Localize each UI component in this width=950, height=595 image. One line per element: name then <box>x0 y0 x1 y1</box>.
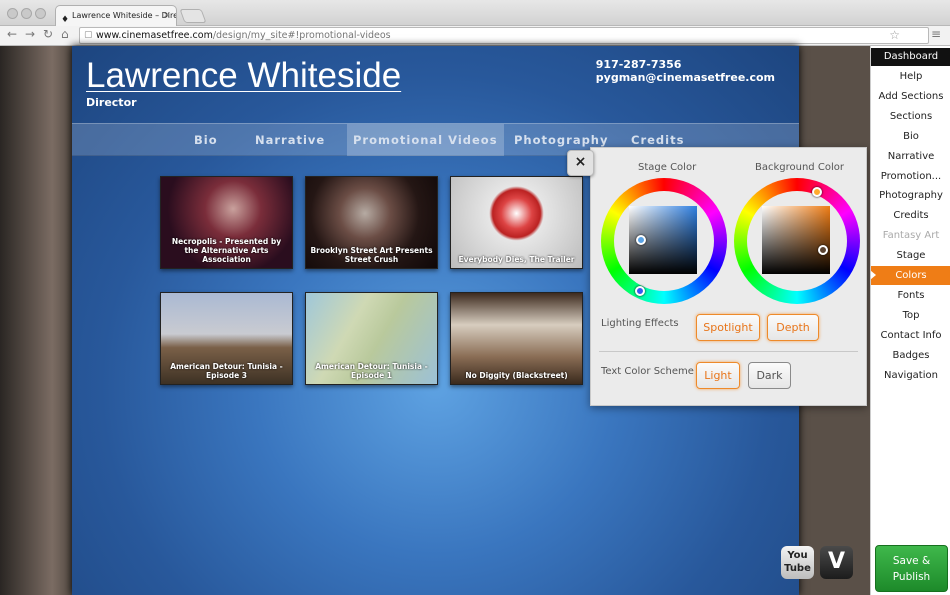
stage-shade-handle[interactable] <box>636 235 646 245</box>
contact-info: 917-287-7356 pygman@cinemasetfree.com <box>596 58 775 84</box>
sidebar-item-bio[interactable]: Bio <box>871 127 950 146</box>
sidebar-item-stage[interactable]: Stage <box>871 246 950 265</box>
site-subtitle: Director <box>86 96 137 109</box>
url-host: www.cinemasetfree.com <box>96 30 213 41</box>
save-publish-button[interactable]: Save & Publish <box>875 545 948 592</box>
sidebar-item-colors[interactable]: Colors <box>871 266 950 285</box>
youtube-icon[interactable]: You Tube <box>781 546 814 579</box>
video-caption: American Detour: Tunisia - Episode 3 <box>170 362 283 380</box>
sidebar-item-sections[interactable]: Sections <box>871 107 950 126</box>
stage-hue-handle[interactable] <box>635 286 645 296</box>
url-path: /design/my_site#!promotional-videos <box>212 30 391 41</box>
sidebar-item-top[interactable]: Top <box>871 306 950 325</box>
stage-color-picker[interactable] <box>601 178 727 304</box>
publish-label-line1: Save & <box>892 555 931 567</box>
browser-tab[interactable]: ♦ Lawrence Whiteside – Dire × <box>55 5 177 26</box>
video-thumbnail[interactable]: American Detour: Tunisia - Episode 3 <box>160 292 293 385</box>
video-thumbnail[interactable]: American Detour: Tunisia - Episode 1 <box>305 292 438 385</box>
sidebar-item-fonts[interactable]: Fonts <box>871 286 950 305</box>
browser-toolbar: ← → ↻ ⌂ ▢ www.cinemasetfree.com/design/m… <box>0 26 950 46</box>
browser-tab-strip: ♦ Lawrence Whiteside – Dire × <box>0 0 950 26</box>
background-hue-handle[interactable] <box>812 187 822 197</box>
sidebar-item-credits[interactable]: Credits <box>871 206 950 225</box>
sidebar-item-navigation[interactable]: Navigation <box>871 366 950 385</box>
background-color-picker[interactable] <box>734 178 860 304</box>
reload-icon[interactable]: ↻ <box>43 27 53 41</box>
site-title: Lawrence Whiteside <box>86 56 402 95</box>
sidebar-item-fantasy-art: Fantasy Art <box>882 230 940 242</box>
video-caption: American Detour: Tunisia - Episode 1 <box>315 362 428 380</box>
dashboard-header[interactable]: Dashboard <box>871 48 950 66</box>
video-thumbnail[interactable]: Brooklyn Street Art Presents Street Crus… <box>305 176 438 269</box>
site-nav-promotional-videos[interactable]: Promotional Videos <box>347 124 504 156</box>
publish-label-line2: Publish <box>892 571 931 583</box>
sidebar-item-photography[interactable]: Photography <box>871 186 950 205</box>
background-shade-handle[interactable] <box>818 245 828 255</box>
stage-color-label: Stage Color <box>638 162 697 173</box>
sidebar-item-contact-info[interactable]: Contact Info <box>871 326 950 345</box>
flame-icon: ♦ <box>61 15 70 25</box>
background-shade-square[interactable] <box>762 206 830 274</box>
colors-panel: Stage Color Background Color Lighting Ef… <box>590 147 867 406</box>
site-nav-narrative[interactable]: Narrative <box>249 124 331 156</box>
video-thumbnail[interactable]: No Diggity (Blackstreet) <box>450 292 583 385</box>
tab-close-icon[interactable]: × <box>163 6 171 26</box>
browser-tab-title: Lawrence Whiteside – Dire <box>72 11 177 20</box>
dark-scheme-button[interactable]: Dark <box>748 362 791 389</box>
page-icon: ▢ <box>84 30 93 40</box>
sidebar-item-add-sections[interactable]: Add Sections <box>871 87 950 106</box>
new-tab-button[interactable] <box>179 9 207 23</box>
video-thumbnail[interactable]: Everybody Dies, The Trailer <box>450 176 583 269</box>
forward-arrow-icon[interactable]: → <box>25 27 35 41</box>
video-caption: Brooklyn Street Art Presents Street Crus… <box>310 246 433 264</box>
window-zoom-control[interactable] <box>35 8 46 19</box>
editor-sidebar: Dashboard Help Add Sections Sections Bio Nar… <box>870 46 950 595</box>
depth-toggle[interactable]: Depth <box>767 314 819 341</box>
light-scheme-button[interactable]: Light <box>696 362 740 389</box>
video-caption: No Diggity (Blackstreet) <box>465 371 568 380</box>
panel-divider <box>599 351 858 352</box>
window-minimize-control[interactable] <box>21 8 32 19</box>
video-caption: Everybody Dies, The Trailer <box>458 255 575 264</box>
video-thumbnail[interactable]: Necropolis - Presented by the Alternativ… <box>160 176 293 269</box>
close-icon[interactable]: × <box>567 150 594 176</box>
text-color-scheme-label: Text Color Scheme <box>601 366 694 377</box>
back-arrow-icon[interactable]: ← <box>7 27 17 41</box>
vimeo-icon[interactable]: V <box>820 546 853 579</box>
contact-email: pygman@cinemasetfree.com <box>595 71 775 84</box>
background-color-label: Background Color <box>755 162 844 173</box>
video-caption: Necropolis - Presented by the Alternativ… <box>171 237 282 264</box>
window-close-control[interactable] <box>7 8 18 19</box>
site-nav-bio[interactable]: Bio <box>188 124 224 156</box>
sidebar-item-promotion[interactable]: Promotion... <box>871 167 950 186</box>
spotlight-toggle[interactable]: Spotlight <box>696 314 760 341</box>
home-icon[interactable]: ⌂ <box>61 27 69 41</box>
sidebar-item-badges[interactable]: Badges <box>871 346 950 365</box>
bookmark-star-icon[interactable]: ☆ <box>889 28 900 43</box>
contact-phone: 917-287-7356 <box>595 58 682 71</box>
sidebar-item-narrative[interactable]: Narrative <box>871 147 950 166</box>
browser-menu-icon[interactable]: ≡ <box>931 27 941 41</box>
sidebar-item-help[interactable]: Help <box>871 67 950 86</box>
address-bar[interactable]: ▢ www.cinemasetfree.com/design/my_site#!… <box>79 27 929 44</box>
lighting-effects-label: Lighting Effects <box>601 318 679 329</box>
